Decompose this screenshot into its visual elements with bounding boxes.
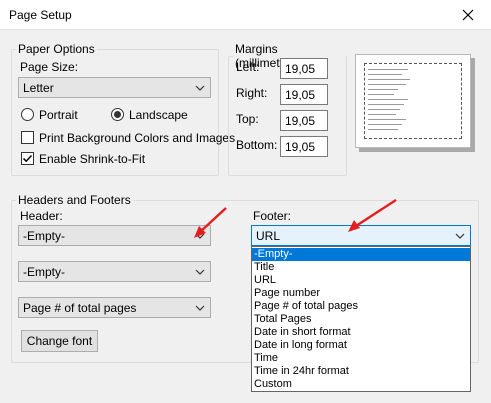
preview-text-line	[368, 124, 402, 125]
close-button[interactable]	[445, 0, 491, 30]
preview-text-line	[368, 89, 398, 90]
preview-text-line	[368, 129, 398, 130]
preview-text-line	[368, 109, 400, 110]
header-select-2[interactable]: -Empty-	[18, 261, 211, 282]
portrait-label: Portrait	[39, 108, 78, 122]
chevron-down-icon	[195, 269, 205, 275]
footer-option[interactable]: Date in long format	[252, 339, 470, 352]
title-bar: Page Setup	[0, 0, 491, 30]
header-select-3[interactable]: Page # of total pages	[18, 297, 211, 318]
footer-option[interactable]: URL	[252, 274, 470, 287]
shrink-to-fit-checkbox[interactable]	[21, 152, 34, 165]
right-margin-label: Right:	[236, 86, 268, 100]
preview-text-line	[368, 94, 394, 95]
preview-text-line	[368, 79, 410, 80]
print-background-checkbox[interactable]	[21, 131, 34, 144]
preview-text-line	[368, 114, 396, 115]
left-margin-label: Left:	[236, 60, 260, 74]
chevron-down-icon	[455, 233, 465, 239]
preview-text-line	[368, 74, 402, 75]
bottom-margin-field[interactable]: 19,05	[280, 136, 328, 157]
footer-option[interactable]: Time in 24hr format	[252, 365, 470, 378]
page-size-value: Letter	[23, 80, 54, 95]
close-icon	[462, 9, 474, 21]
header-select-1-value: -Empty-	[23, 228, 65, 243]
chevron-down-icon	[195, 85, 205, 91]
preview-text-line	[368, 104, 404, 105]
footer-select-1-value: URL	[256, 228, 281, 243]
preview-text-line	[368, 119, 406, 120]
annotation-arrow-footer	[348, 198, 397, 232]
page-size-label: Page Size:	[20, 60, 79, 74]
top-margin-label: Top:	[236, 112, 259, 126]
footer-option[interactable]: Title	[252, 261, 470, 274]
annotation-arrow-header	[194, 207, 227, 238]
footer-dropdown-list: -Empty- Title URL Page number Page # of tota…	[251, 246, 471, 392]
footer-option[interactable]: Total Pages	[252, 313, 470, 326]
top-margin-field[interactable]: 19,05	[280, 110, 328, 131]
page-preview	[355, 54, 471, 148]
footer-option[interactable]: Page # of total pages	[252, 300, 470, 313]
preview-text-line	[368, 99, 408, 100]
header-select-3-value: Page # of total pages	[23, 300, 137, 315]
footer-label: Footer:	[253, 209, 292, 223]
headers-footers-legend: Headers and Footers	[18, 193, 131, 207]
footer-option[interactable]: Page number	[252, 287, 470, 300]
right-margin-field[interactable]: 19,05	[280, 84, 328, 105]
portrait-radio[interactable]	[21, 108, 34, 121]
print-background-label: Print Background Colors and Images	[39, 131, 236, 145]
chevron-down-icon	[195, 305, 205, 311]
footer-option[interactable]: Time	[252, 352, 470, 365]
page-size-select[interactable]: Letter	[18, 77, 211, 98]
change-font-button[interactable]: Change font	[21, 330, 98, 352]
preview-text-line	[368, 84, 406, 85]
shrink-to-fit-label: Enable Shrink-to-Fit	[39, 152, 146, 166]
header-select-1[interactable]: -Empty-	[18, 225, 211, 246]
header-label: Header:	[20, 209, 63, 223]
footer-option[interactable]: Custom	[252, 378, 470, 391]
footer-option[interactable]: Date in short format	[252, 326, 470, 339]
checkmark-icon	[22, 154, 33, 163]
paper-options-legend: Paper Options	[18, 42, 95, 56]
left-margin-field[interactable]: 19,05	[280, 58, 328, 79]
bottom-margin-label: Bottom:	[236, 138, 278, 152]
preview-text-line	[368, 69, 408, 70]
landscape-radio[interactable]	[111, 108, 124, 121]
landscape-label: Landscape	[129, 108, 188, 122]
header-select-2-value: -Empty-	[23, 264, 65, 279]
footer-option[interactable]: -Empty-	[252, 248, 470, 261]
window-title: Page Setup	[9, 8, 72, 22]
